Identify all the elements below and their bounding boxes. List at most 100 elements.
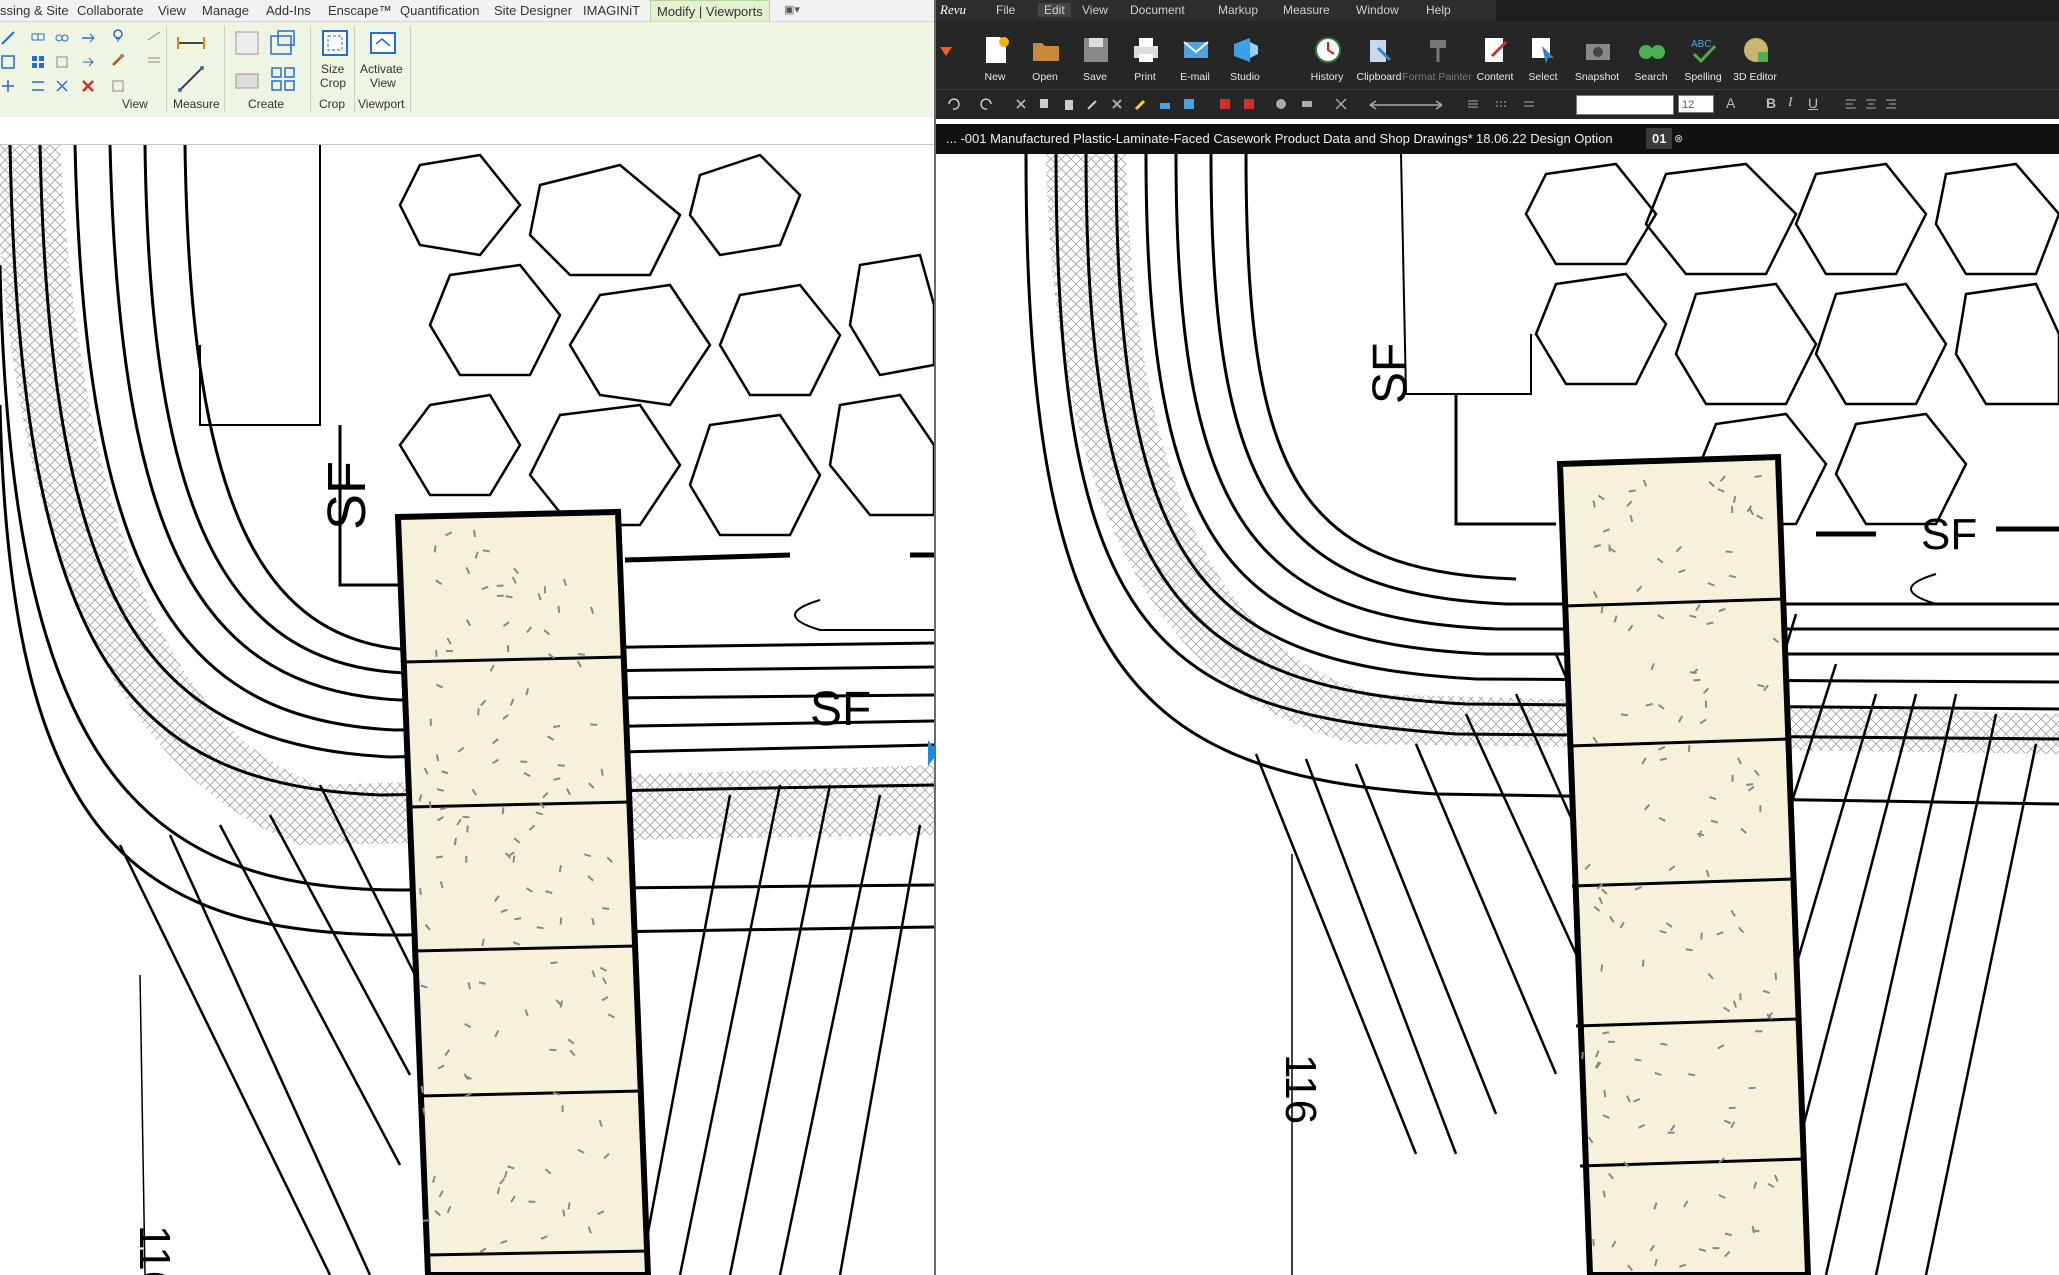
hatch-pattern-icon[interactable] [1334, 97, 1348, 111]
opacity-icon[interactable] [1522, 97, 1536, 111]
size-crop-label-2: Crop [320, 76, 347, 90]
menu-window[interactable]: Window [1356, 3, 1399, 17]
override-graphics-icon[interactable] [110, 78, 126, 94]
trim-icon[interactable] [30, 78, 46, 94]
stair-steps[interactable] [1556, 453, 1812, 1275]
split-icon[interactable] [0, 78, 16, 94]
menu-document[interactable]: Document [1130, 3, 1185, 17]
group-label-measure: Measure [173, 97, 220, 111]
menu-file[interactable]: File [996, 3, 1015, 17]
history-button[interactable]: History [1298, 30, 1356, 88]
stair-steps[interactable] [394, 508, 652, 1275]
menu-bar-right-region [1496, 0, 2059, 21]
sf-label-vertical: SF [317, 461, 377, 530]
menu-view[interactable]: View [1082, 3, 1108, 17]
grid-icon[interactable] [0, 54, 16, 70]
size-crop-icon [322, 30, 348, 56]
ribbon-toggle-icon[interactable]: ▣▾ [784, 3, 800, 16]
brush-icon[interactable] [1086, 97, 1100, 111]
doc-tab-casework[interactable]: ... -001 Manufactured Plastic-Laminate-F… [946, 131, 1473, 146]
scale-icon[interactable] [54, 54, 70, 70]
tab-view[interactable]: View [158, 3, 186, 18]
snapshot-button[interactable]: Snapshot [1568, 30, 1626, 88]
offset-icon[interactable] [54, 30, 70, 46]
activate-view-button[interactable]: Activate View [358, 26, 408, 92]
elevation-label-116: 116 [130, 1225, 179, 1275]
delete-x-icon[interactable] [1110, 97, 1124, 111]
menu-markup[interactable]: Markup [1218, 3, 1258, 17]
spelling-button[interactable]: ABC Spelling [1674, 30, 1732, 88]
menu-edit[interactable]: Edit [1038, 3, 1071, 17]
lightbulb-icon[interactable] [110, 28, 126, 44]
pin-icon[interactable] [80, 54, 96, 70]
tab-modify-viewports[interactable]: Modify | Viewports [650, 0, 770, 21]
select-button[interactable]: Select [1514, 30, 1572, 88]
mirror-icon[interactable] [80, 30, 96, 46]
highlight-icon[interactable] [1134, 97, 1148, 111]
paste-icon[interactable] [1062, 97, 1076, 111]
modify-align-icon[interactable] [0, 30, 16, 46]
linework-icon[interactable] [146, 52, 162, 68]
create-group-icon[interactable] [232, 64, 262, 94]
undo-icon[interactable] [946, 97, 960, 111]
tab-site-designer[interactable]: Site Designer [494, 3, 572, 18]
markup-red-alt-icon[interactable] [1242, 97, 1256, 111]
menu-help[interactable]: Help [1426, 3, 1451, 17]
hide-elements-icon[interactable] [146, 28, 162, 44]
rotate-icon[interactable] [54, 78, 70, 94]
close-tab-icon[interactable]: ⊗ [1674, 132, 1683, 145]
tab-imaginit[interactable]: IMAGINiT [583, 3, 640, 18]
line-style-icon[interactable] [1366, 100, 1446, 110]
size-crop-button[interactable]: Size Crop [316, 26, 354, 92]
underline-icon[interactable]: U [1808, 95, 1818, 111]
tab-collaborate[interactable]: Collaborate [77, 3, 144, 18]
align-right-icon[interactable] [1884, 97, 1898, 111]
measure-between-icon[interactable] [176, 64, 206, 94]
search-button[interactable]: Search [1622, 30, 1680, 88]
line-width-icon[interactable] [1466, 97, 1480, 111]
create-similar-icon[interactable] [268, 64, 298, 94]
tab-manage[interactable]: Manage [202, 3, 249, 18]
align-center-icon[interactable] [1864, 97, 1878, 111]
paint-brush-icon[interactable] [110, 52, 126, 68]
revu-window: Revu File Edit View Document Markup Meas… [936, 0, 2059, 1275]
ribbon-separator [410, 26, 411, 112]
printer-icon [1134, 38, 1158, 62]
revit-drawing-canvas[interactable]: SF SF 116 [0, 145, 934, 1275]
cut-icon[interactable] [1014, 97, 1028, 111]
line-color-icon[interactable] [1300, 97, 1314, 111]
copy-icon[interactable] [30, 30, 46, 46]
fill-color-icon[interactable] [1274, 97, 1288, 111]
font-size-dropdown[interactable]: 12 [1678, 95, 1714, 113]
3d-editor-button[interactable]: 3D Editor [1726, 30, 1784, 88]
line-dash-icon[interactable] [1494, 97, 1508, 111]
tab-quantification[interactable]: Quantification [400, 3, 480, 18]
array-icon[interactable] [30, 54, 46, 70]
align-left-icon[interactable] [1844, 97, 1858, 111]
italic-icon[interactable]: I [1788, 95, 1793, 111]
stamp-icon[interactable] [1158, 97, 1172, 111]
doc-tab-01[interactable]: 01 [1646, 128, 1673, 149]
font-color-icon[interactable]: A [1726, 95, 1735, 111]
tab-add-ins[interactable]: Add-Ins [266, 3, 311, 18]
menu-measure[interactable]: Measure [1283, 3, 1330, 17]
revu-menu-arrow-icon[interactable] [938, 43, 954, 59]
font-family-dropdown[interactable] [1576, 95, 1674, 115]
image-icon[interactable] [1182, 97, 1196, 111]
doc-tab-design-option[interactable]: 18.06.22 Design Option [1476, 131, 1613, 146]
revu-drawing-canvas[interactable]: SF SF 116 [936, 154, 2059, 1275]
aligned-dimension-icon[interactable] [176, 28, 206, 58]
create-assembly-icon[interactable] [268, 28, 298, 58]
create-parts-icon[interactable] [232, 28, 262, 58]
clipboard-button[interactable]: Clipboard [1350, 30, 1408, 88]
tab-massing-site[interactable]: ssing & Site [0, 3, 69, 18]
delete-icon[interactable] [80, 78, 96, 94]
elevation-label-116: 116 [1276, 1054, 1325, 1124]
copy-icon[interactable] [1038, 97, 1052, 111]
studio-button[interactable]: Studio [1216, 30, 1274, 88]
redo-icon[interactable] [980, 97, 994, 111]
tab-enscape[interactable]: Enscape™ [328, 3, 392, 18]
markup-red-icon[interactable] [1218, 97, 1232, 111]
bold-icon[interactable]: B [1766, 95, 1776, 111]
format-painter-button[interactable]: Format Painter [1402, 30, 1472, 88]
